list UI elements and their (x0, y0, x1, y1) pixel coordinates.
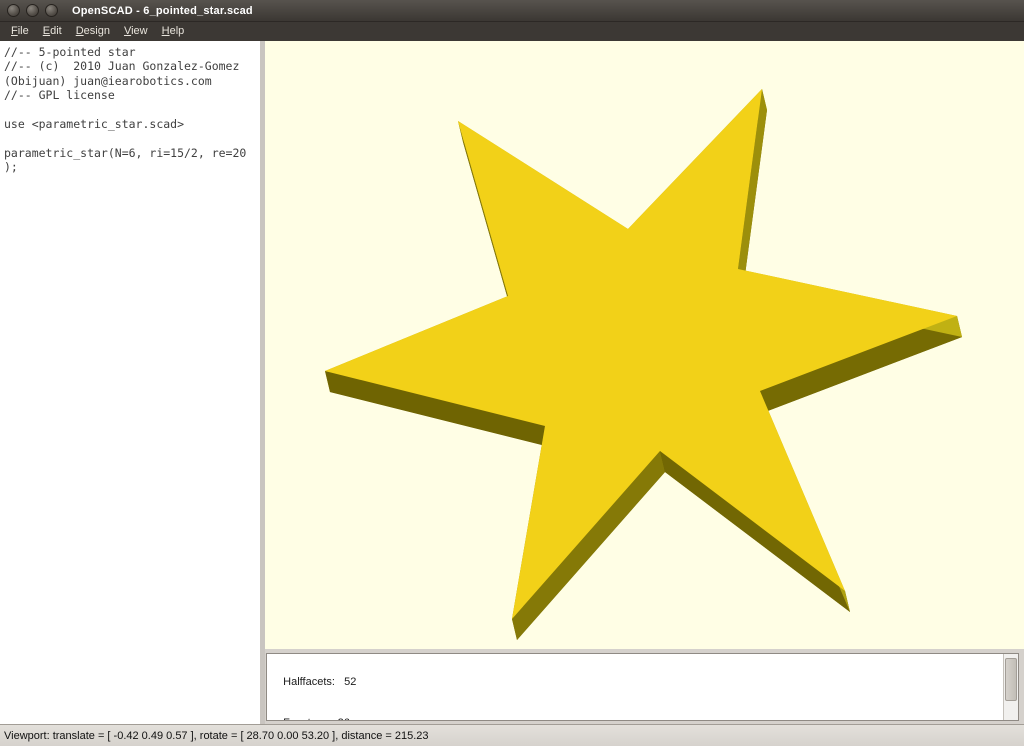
menu-item-design[interactable]: Design (69, 22, 117, 41)
window-controls (7, 4, 58, 17)
code-editor[interactable]: //-- 5-pointed star //-- (c) 2010 Juan G… (0, 41, 260, 175)
scrollbar-thumb[interactable] (1005, 658, 1017, 701)
viewport-status-text: Viewport: translate = [ -0.42 0.49 0.57 … (0, 730, 429, 742)
menu-item-help[interactable]: Help (155, 22, 192, 41)
editor-panel[interactable]: //-- 5-pointed star //-- (c) 2010 Juan G… (0, 41, 265, 724)
console-scrollbar[interactable] (1003, 654, 1018, 720)
console-output: Halffacets: 52 Facets: 26 Volumes: 2 Tot… (267, 653, 1018, 721)
console-panel[interactable]: Halffacets: 52 Facets: 26 Volumes: 2 Tot… (266, 653, 1019, 721)
minimize-button[interactable] (26, 4, 39, 17)
window-title: OpenSCAD - 6_pointed_star.scad (72, 5, 253, 17)
titlebar[interactable]: OpenSCAD - 6_pointed_star.scad (0, 0, 1024, 22)
openscad-window: OpenSCAD - 6_pointed_star.scad File Edit… (0, 0, 1024, 746)
maximize-button[interactable] (45, 4, 58, 17)
main-split: //-- 5-pointed star //-- (c) 2010 Juan G… (0, 41, 1024, 724)
viewport-3d[interactable] (265, 41, 1024, 649)
right-column: Halffacets: 52 Facets: 26 Volumes: 2 Tot… (265, 41, 1024, 724)
console-line: Halffacets: 52 (274, 676, 1018, 690)
menu-item-file[interactable]: File (4, 22, 36, 41)
menu-item-edit[interactable]: Edit (36, 22, 69, 41)
menubar: File Edit Design View Help (0, 22, 1024, 41)
star-3d-model (265, 41, 1024, 649)
close-button[interactable] (7, 4, 20, 17)
console-line: Facets: 26 (274, 717, 1018, 721)
statusbar: Viewport: translate = [ -0.42 0.49 0.57 … (0, 724, 1024, 746)
menu-item-view[interactable]: View (117, 22, 155, 41)
